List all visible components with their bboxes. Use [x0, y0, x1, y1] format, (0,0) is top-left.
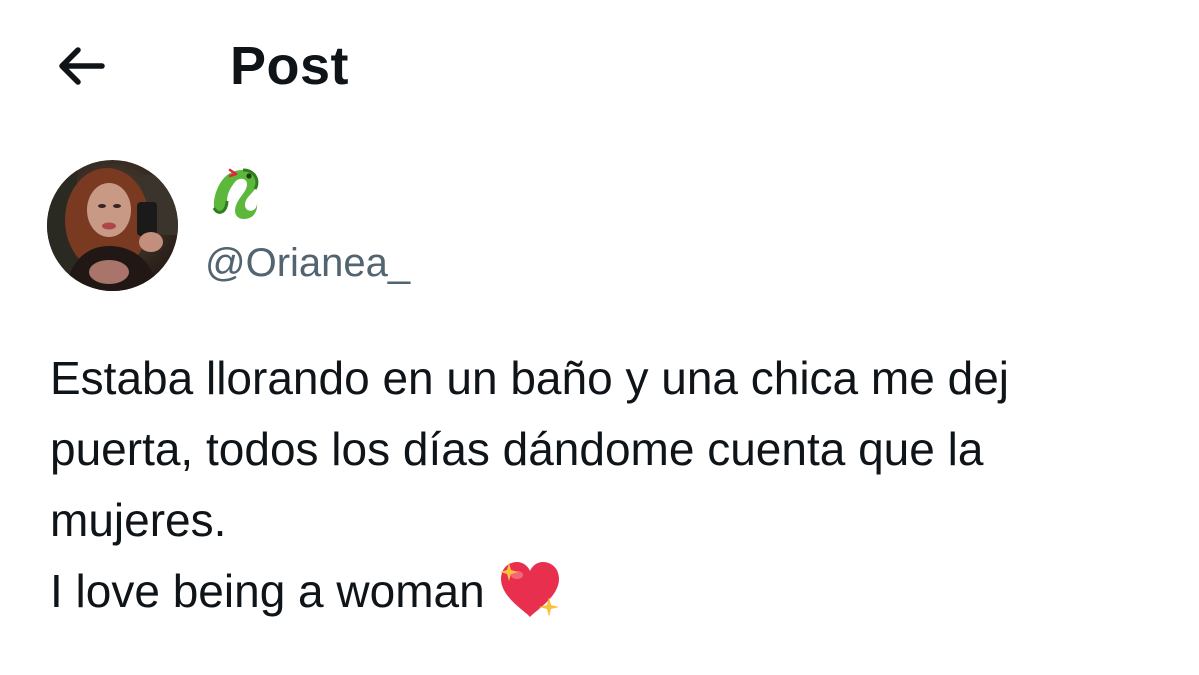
page-title: Post — [230, 36, 350, 96]
snake-emoji-icon — [212, 168, 259, 219]
post-text-line-3: mujeres. — [50, 494, 227, 546]
post-body: Estaba llorando en un baño y una chica m… — [50, 343, 1199, 627]
post-text-line-4-text: I love being a woman — [50, 565, 485, 617]
user-handle[interactable]: @Orianea_ — [205, 237, 410, 289]
avatar-photo — [47, 160, 178, 291]
post-text-line-2: puerta, todos los días dándome cuenta qu… — [50, 423, 984, 475]
back-button[interactable] — [50, 38, 110, 94]
arrow-left-icon — [59, 47, 105, 85]
post-header: Post — [0, 0, 1199, 130]
sparkling-heart-icon — [497, 559, 563, 641]
post-text-line-4: I love being a woman — [50, 556, 1199, 627]
display-name[interactable] — [205, 163, 267, 225]
post-page: Post @Orianea_ Estaba llorando en un bañ… — [0, 0, 1199, 675]
avatar[interactable] — [47, 160, 178, 291]
post-text-line-1: Estaba llorando en un baño y una chica m… — [50, 352, 1009, 404]
